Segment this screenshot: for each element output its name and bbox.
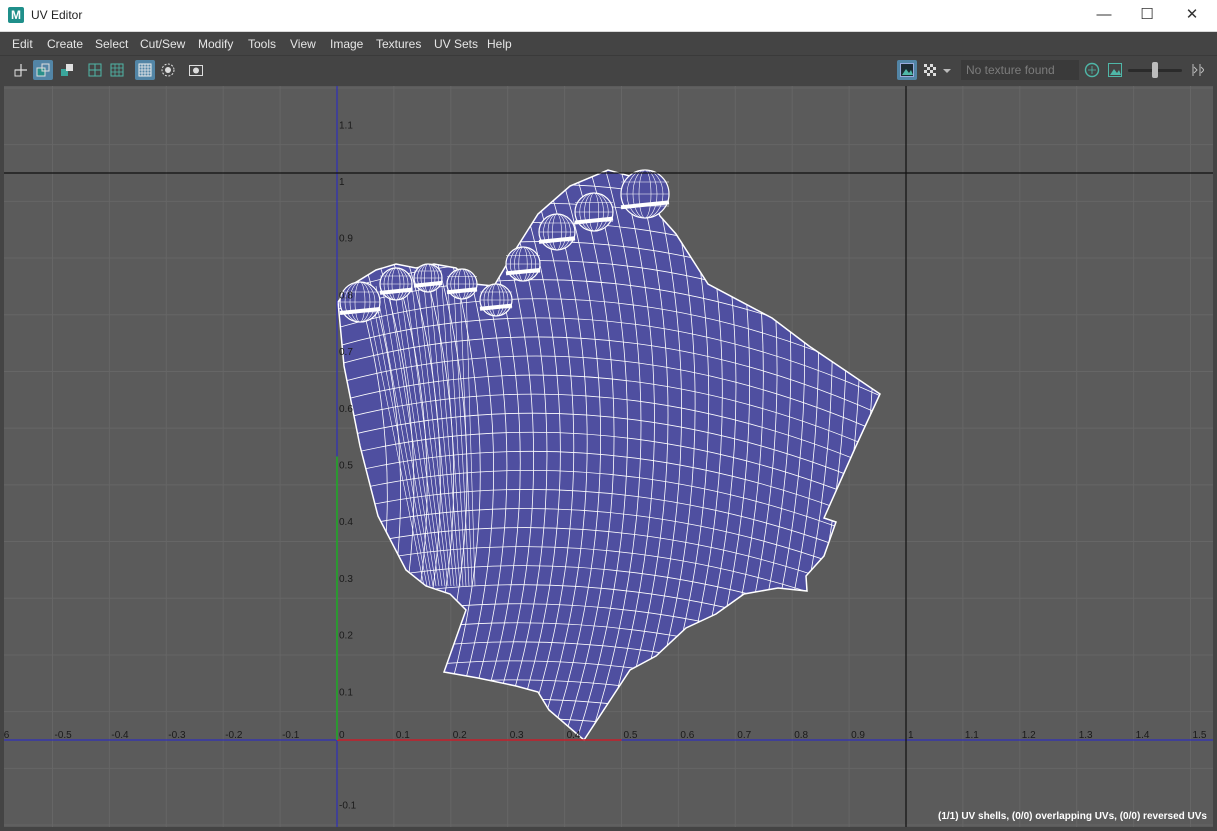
u-tick-label: 0.8	[794, 730, 808, 741]
more-icon[interactable]	[1188, 60, 1204, 80]
u-tick-label: 0.5	[624, 730, 638, 741]
v-tick-label: 0.4	[339, 517, 353, 528]
menu-bar: Edit Create Select Cut/Sew Modify Tools …	[0, 32, 1217, 56]
v-tick-label: 0.2	[339, 631, 353, 642]
menu-select[interactable]: Select	[95, 37, 128, 51]
checker-grid-icon[interactable]	[135, 60, 155, 80]
minimize-button[interactable]: —	[1081, 0, 1127, 31]
u-tick-label: 1.1	[965, 730, 979, 741]
circle-target-icon[interactable]	[158, 60, 178, 80]
uv-canvas[interactable]: -.6 -0.5 -0.4 -0.3 -0.2 -0.1 0 0.1 0.2 0.3 0.4 0.5 0…	[4, 86, 1213, 827]
v-tick-label: -0.1	[339, 801, 357, 812]
dropdown-icon[interactable]	[940, 60, 954, 80]
u-tick-label: 0.7	[737, 730, 751, 741]
menu-help[interactable]: Help	[487, 37, 512, 51]
image-icon[interactable]	[1105, 60, 1125, 80]
window-title: UV Editor	[31, 8, 83, 22]
grid-snap-icon[interactable]	[107, 60, 127, 80]
maximize-button[interactable]: ☐	[1124, 0, 1170, 31]
uv-status-message: (1/1) UV shells, (0/0) overlapping UVs, …	[938, 811, 1207, 822]
close-button[interactable]: ✕	[1169, 0, 1215, 31]
image-display-icon[interactable]	[897, 60, 917, 80]
u-tick-label: 0.6	[680, 730, 694, 741]
toolbar: No texture found	[0, 56, 1217, 86]
snapshot-icon[interactable]	[186, 60, 206, 80]
u-tick-label: 0.4	[567, 730, 581, 741]
fingertip-band	[413, 280, 443, 288]
title-bar[interactable]: M UV Editor — ☐ ✕	[0, 0, 1217, 32]
uv-viewport[interactable]: -.6 -0.5 -0.4 -0.3 -0.2 -0.1 0 0.1 0.2 0.3 0.4 0.5 0…	[4, 86, 1213, 827]
menu-image[interactable]: Image	[330, 37, 363, 51]
u-tick-label: 1.3	[1079, 730, 1093, 741]
rgb-icon[interactable]	[1082, 60, 1102, 80]
v-tick-label: 0.6	[339, 404, 353, 415]
v-tick-label: 0.3	[339, 574, 353, 585]
checker-pattern-icon[interactable]	[920, 60, 940, 80]
menu-create[interactable]: Create	[47, 37, 83, 51]
u-tick-label: -.6	[4, 730, 10, 741]
grid-toggle-icon[interactable]	[85, 60, 105, 80]
menu-textures[interactable]: Textures	[376, 37, 421, 51]
u-tick-label: -0.3	[168, 730, 186, 741]
u-tick-label: 0.9	[851, 730, 865, 741]
u-tick-label: 1.2	[1022, 730, 1036, 741]
menu-tools[interactable]: Tools	[248, 37, 276, 51]
menu-edit[interactable]: Edit	[12, 37, 33, 51]
exposure-slider-handle[interactable]	[1152, 62, 1158, 78]
u-tick-label: 0.3	[510, 730, 524, 741]
v-tick-label: 1.1	[339, 120, 353, 131]
uv-shell-select-icon[interactable]	[33, 60, 53, 80]
v-tick-label: 0.5	[339, 461, 353, 472]
u-tick-label: 1.5	[1193, 730, 1207, 741]
v-tick-label: 0.7	[339, 347, 353, 358]
uv-editor-window: M UV Editor — ☐ ✕ Edit Create Select Cut…	[0, 0, 1217, 831]
uv-shaded-icon[interactable]	[57, 60, 77, 80]
u-tick-label: 1.4	[1136, 730, 1150, 741]
u-tick-label: 0.1	[396, 730, 410, 741]
menu-modify[interactable]: Modify	[198, 37, 233, 51]
u-tick-label: -0.1	[282, 730, 300, 741]
u-tick-label: -0.2	[225, 730, 243, 741]
menu-cut-sew[interactable]: Cut/Sew	[140, 37, 185, 51]
u-tick-label: -0.4	[111, 730, 129, 741]
texture-name-field[interactable]: No texture found	[961, 60, 1079, 80]
v-tick-label: 0.8	[339, 290, 353, 301]
bottom-strip	[0, 827, 1217, 831]
menu-view[interactable]: View	[290, 37, 316, 51]
v-tick-label: 0.9	[339, 234, 353, 245]
u-tick-label: 1	[908, 730, 914, 741]
menu-uv-sets[interactable]: UV Sets	[434, 37, 478, 51]
v-tick-label: 1	[339, 177, 345, 188]
uv-grid-select-icon[interactable]	[11, 60, 31, 80]
u-tick-label: 0	[339, 730, 345, 741]
v-tick-label: 0.1	[339, 687, 353, 698]
maya-app-icon: M	[8, 7, 24, 23]
u-tick-label: -0.5	[55, 730, 73, 741]
wire-line	[338, 736, 880, 740]
u-tick-label: 0.2	[453, 730, 467, 741]
